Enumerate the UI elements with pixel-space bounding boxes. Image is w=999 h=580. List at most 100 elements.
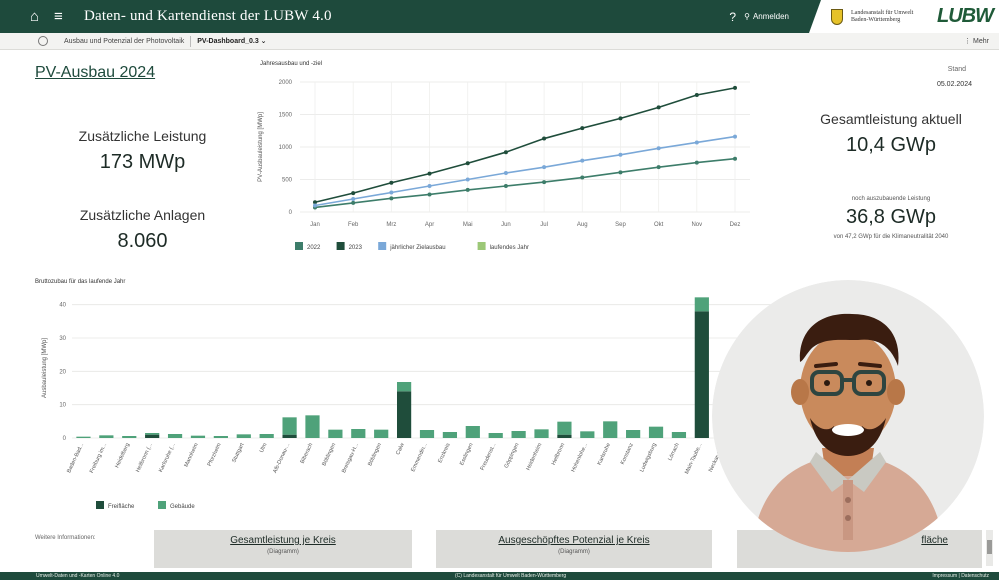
person-illustration	[712, 280, 984, 552]
data-point	[580, 126, 585, 131]
stand-label: Stand	[947, 66, 966, 73]
legend-label: 2022	[307, 245, 321, 251]
institution-name: Landesanstalt für Umwelt Baden-Württembe…	[851, 9, 914, 23]
bar-freiflaeche	[396, 391, 412, 438]
data-point	[618, 170, 623, 175]
data-point	[465, 187, 470, 192]
data-point	[427, 171, 432, 176]
data-point	[580, 158, 585, 163]
app-title: Daten- und Kartendienst der LUBW 4.0	[84, 8, 332, 24]
data-point	[542, 180, 547, 185]
x-tick-label: Nov	[691, 222, 702, 228]
y-tick-label: 1500	[279, 113, 293, 119]
data-point	[427, 192, 432, 197]
scrollbar-thumb[interactable]	[987, 540, 992, 554]
x-tick-label: Mrz	[386, 222, 396, 228]
gross-expansion-bar-chart: 0 10 20 30 40 Ausbauleistung [MWp] Baden-Bad..…	[42, 297, 782, 510]
x-tick-label: Freudenst...	[480, 442, 498, 472]
data-point	[656, 105, 661, 110]
data-point	[503, 150, 508, 155]
x-tick-label: Böblingen	[321, 442, 337, 467]
help-icon[interactable]: ?	[729, 10, 736, 24]
status-center: (C) Landesanstalt für Umwelt Baden-Württ…	[455, 573, 567, 579]
data-point	[389, 180, 394, 185]
bar-gebaeude	[305, 415, 320, 438]
annual-expansion-line-chart: 0 500 1000 1500 2000 Jan Feb Mrz Apr Mai Jun Jul Aug…	[258, 80, 750, 251]
x-tick-label: Dez	[730, 222, 741, 228]
bar-gebaeude	[374, 429, 389, 438]
bar-gebaeude	[145, 433, 160, 435]
status-links[interactable]: Impressum | Datenschutz	[932, 572, 989, 580]
y-tick-label: 0	[289, 210, 293, 216]
x-tick-label: Göppingen	[504, 442, 521, 469]
x-tick-label: Enzkreis	[437, 442, 451, 464]
menu-icon[interactable]: ≡	[54, 8, 72, 26]
target-icon[interactable]	[38, 36, 48, 46]
data-point	[733, 134, 737, 139]
page-title[interactable]: PV-Ausbau 2024	[35, 64, 155, 82]
dashboard-selector[interactable]: PV-Dashboard_0.3 ⌄	[197, 37, 266, 45]
x-tick-label: Biberach	[300, 442, 315, 464]
card-title: Ausgeschöpftes Potenzial je Kreis	[498, 535, 650, 546]
line-chart-title: Jahresausbau und -ziel	[260, 61, 323, 67]
bar-gebaeude	[534, 429, 549, 438]
bar-gebaeude	[648, 426, 664, 438]
home-icon[interactable]: ⌂	[30, 8, 48, 26]
bar-gebaeude	[236, 434, 251, 438]
x-tick-label: Böblingen	[367, 442, 383, 467]
data-point	[351, 197, 356, 201]
data-point	[503, 171, 508, 175]
bar-gebaeude	[419, 430, 435, 438]
legend-swatch	[336, 242, 345, 250]
data-point	[733, 156, 737, 161]
bar-freiflaeche	[557, 434, 572, 438]
card-total-power-per-district[interactable]: Gesamtleistung je Kreis (Diagramm)	[154, 530, 412, 568]
x-tick-label: Freiburg im...	[89, 442, 108, 474]
card-potential-per-district[interactable]: Ausgeschöpftes Potenzial je Kreis (Diagr…	[436, 530, 712, 568]
x-tick-label: Stuttgart	[231, 442, 245, 464]
bar-gebaeude	[442, 432, 458, 438]
data-point	[389, 190, 394, 195]
data-point	[313, 203, 317, 208]
remaining-label: noch auszubauende Leistung	[851, 196, 931, 202]
x-tick-label: Apr	[425, 222, 434, 228]
y-axis-label: Ausbauleistung [MWp]	[42, 338, 48, 398]
scrollbar[interactable]	[986, 530, 993, 566]
bar-gebaeude	[511, 431, 526, 438]
app-header: ⌂ ≡ Daten- und Kartendienst der LUBW 4.0…	[0, 0, 999, 33]
data-point	[656, 146, 661, 151]
data-point	[465, 161, 470, 166]
dashboard-name: PV-Dashboard_0.3	[197, 38, 259, 45]
x-tick-label: Ludwigsburg	[639, 442, 658, 473]
bar-gebaeude	[213, 436, 228, 438]
data-point	[389, 196, 394, 201]
additional-power-label: Zusätzliche Leistung	[78, 128, 207, 144]
legend-swatch	[477, 242, 486, 250]
breadcrumb[interactable]: Ausbau und Potenzial der Photovoltaik	[64, 38, 184, 45]
x-tick-label: Aug	[577, 222, 588, 228]
login-button[interactable]: ⚲ Anmelden	[744, 12, 789, 21]
y-axis-label: PV-Ausbauleistung [MWp]	[258, 112, 264, 182]
more-label: Mehr	[973, 38, 989, 45]
legend-label: 2023	[349, 245, 363, 251]
y-tick-label: 10	[59, 403, 66, 409]
x-tick-label: Breisgau-H...	[341, 442, 360, 474]
additional-installations-value: 8.060	[117, 230, 168, 252]
more-menu[interactable]: ⋮ Mehr	[964, 37, 989, 45]
x-tick-label: Karlsruhe (...	[158, 442, 177, 473]
bar-gebaeude	[328, 429, 343, 438]
data-point	[694, 93, 699, 97]
data-point	[618, 152, 623, 157]
series-line	[314, 87, 736, 204]
bar-gebaeude	[626, 430, 641, 438]
x-tick-label: Ulm	[259, 442, 269, 454]
legend-label: laufendes Jahr	[490, 245, 529, 251]
x-tick-label: Pforzheim	[207, 442, 223, 467]
additional-power-value: 173 MWp	[99, 151, 186, 173]
x-tick-label: Mai	[463, 222, 473, 228]
total-power-label: Gesamtleistung aktuell	[820, 111, 962, 127]
login-label: Anmelden	[752, 12, 789, 21]
x-tick-label: Jul	[540, 222, 548, 228]
bar-freiflaeche	[145, 434, 160, 438]
bar-gebaeude	[190, 435, 206, 438]
